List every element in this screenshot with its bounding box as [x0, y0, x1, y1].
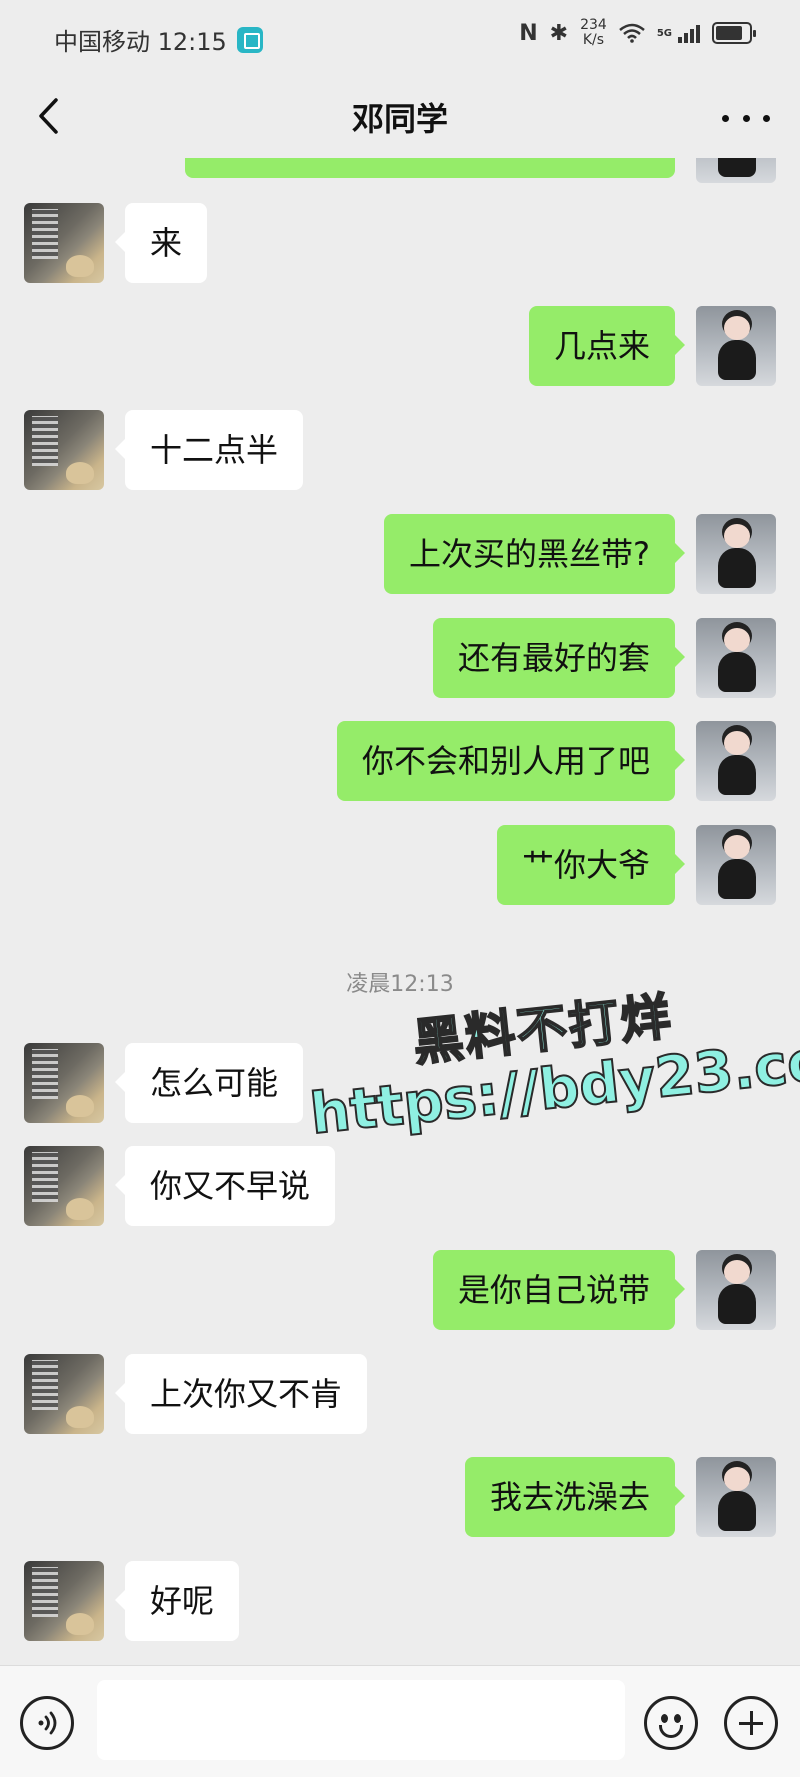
message-bubble[interactable]: 是你自己说带 — [432, 1250, 686, 1330]
network-speed: 234 K/s — [580, 18, 607, 48]
status-bar: 中国移动 12:15 N ✱ 234 K/s 5G — [0, 0, 800, 76]
voice-input-button[interactable] — [20, 1696, 74, 1750]
status-right: N ✱ 234 K/s 5G — [519, 18, 756, 48]
more-dot-icon — [722, 114, 729, 122]
message-input[interactable] — [97, 1680, 625, 1760]
avatar[interactable] — [696, 1250, 776, 1330]
message-bubble[interactable]: 上次买的黑丝带? — [384, 514, 685, 594]
more-dot-icon — [763, 114, 770, 122]
signal-icon — [678, 23, 700, 43]
message-bubble[interactable]: 来 — [114, 203, 208, 283]
avatar[interactable] — [696, 158, 776, 183]
message-timestamp: 凌晨12:13 — [346, 972, 454, 997]
avatar[interactable] — [696, 721, 776, 801]
message-bubble[interactable]: 怎么可能 — [114, 1043, 304, 1123]
avatar[interactable] — [24, 1354, 104, 1434]
network-type: 5G — [656, 27, 672, 39]
message-bubble[interactable]: 好呢 — [114, 1561, 240, 1641]
message-bubble[interactable]: 十二点半 — [114, 410, 304, 490]
nfc-icon: N — [519, 20, 538, 46]
emoji-button[interactable] — [644, 1696, 698, 1750]
avatar[interactable] — [24, 410, 104, 490]
input-bar — [0, 1665, 800, 1777]
message-bubble[interactable]: 还有最好的套 — [432, 618, 686, 698]
voice-icon — [38, 1711, 57, 1735]
more-dot-icon — [742, 114, 750, 122]
message-bubble[interactable]: 我去洗澡去 — [464, 1457, 686, 1537]
more-options-button[interactable] — [722, 98, 770, 138]
message-bubble-partial[interactable] — [185, 158, 675, 178]
avatar[interactable] — [696, 618, 776, 698]
avatar[interactable] — [696, 825, 776, 905]
avatar[interactable] — [696, 514, 776, 594]
network-speed-value: 234 — [580, 17, 607, 33]
bluetooth-icon: ✱ — [549, 20, 569, 46]
avatar[interactable] — [24, 203, 104, 283]
message-bubble[interactable]: 艹你大爷 — [496, 825, 686, 905]
carrier-time: 中国移动 12:15 — [54, 28, 227, 56]
battery-icon — [712, 22, 756, 44]
network-speed-unit: K/s — [582, 32, 605, 48]
avatar[interactable] — [24, 1043, 104, 1123]
emoji-icon — [661, 1714, 668, 1723]
chat-title: 邓同学 — [351, 100, 448, 138]
avatar[interactable] — [696, 1457, 776, 1537]
app-notification-icon — [236, 26, 263, 53]
status-left: 中国移动 12:15 — [54, 22, 263, 57]
message-bubble[interactable]: 上次你又不肯 — [114, 1354, 368, 1434]
wifi-icon — [619, 23, 645, 43]
avatar[interactable] — [696, 306, 776, 386]
nav-bar: 邓同学 — [0, 76, 800, 158]
message-bubble[interactable]: 你不会和别人用了吧 — [336, 721, 686, 801]
message-bubble[interactable]: 你又不早说 — [114, 1146, 336, 1226]
avatar[interactable] — [24, 1561, 104, 1641]
chat-area[interactable]: 来 几点来 十二点半 上次买的黑丝带? 还有最好的套 你不会和别人用了吧 艹你大… — [0, 158, 800, 1665]
message-bubble[interactable]: 几点来 — [528, 306, 686, 386]
more-actions-button[interactable] — [724, 1696, 778, 1750]
avatar[interactable] — [24, 1146, 104, 1226]
